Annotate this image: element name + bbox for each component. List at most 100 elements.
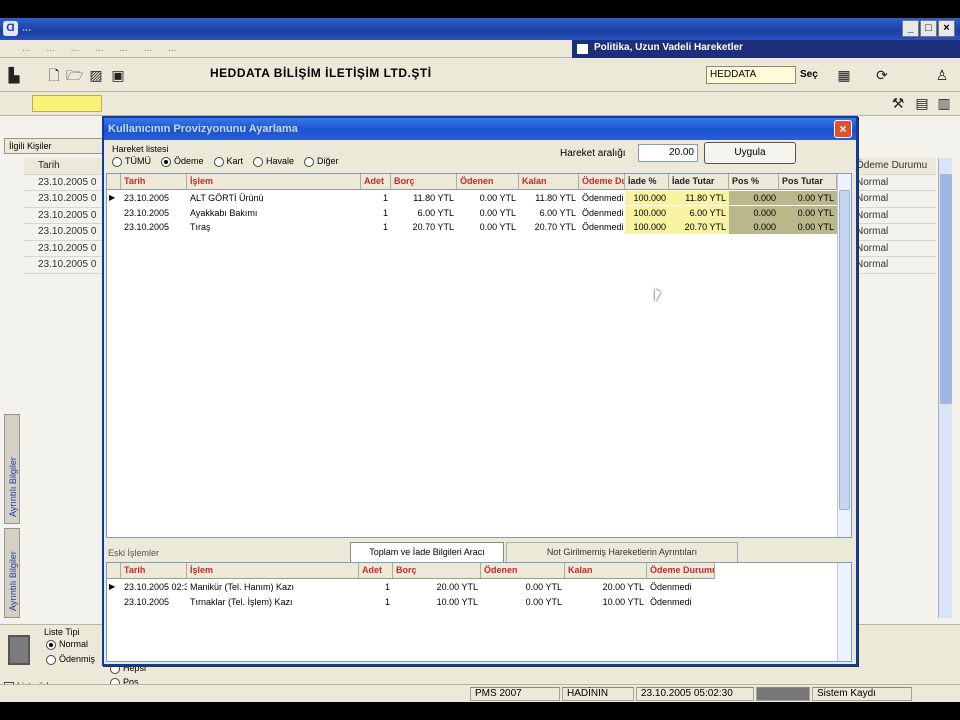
tools-icon[interactable]: ⚒ [890,95,906,111]
filter-payment-radio[interactable]: Ödeme [161,156,204,167]
bg-status-cell[interactable]: Normal [856,191,936,208]
grid1-cell[interactable]: 0.000 [729,191,779,205]
grid1-cell[interactable]: 11.80 YTL [519,191,579,205]
bg-scrollbar-thumb[interactable] [940,174,952,404]
grid1-cell[interactable]: 23.10.2005 [121,206,187,220]
tab-details[interactable]: Not Girilmemiş Hareketlerin Ayrıntıları [506,542,738,562]
col-remaining[interactable]: Kalan [519,174,579,190]
grid1-cell[interactable]: 0.000 [729,220,779,234]
bg-status-cell[interactable]: Normal [856,241,936,257]
col-date[interactable]: Tarih [121,563,187,579]
bg-status-cell[interactable]: Normal [856,257,936,274]
col-paid[interactable]: Ödenen [457,174,519,190]
side-tab-details-2[interactable]: Ayrıntılı Bilgiler [4,528,20,618]
company-select-button[interactable]: Seç [800,66,830,84]
filter-card-radio[interactable]: Kart [213,156,243,167]
grid1-cell[interactable]: 100.000 [625,205,669,220]
col-debt[interactable]: Borç [393,563,481,579]
bg-date-cell[interactable]: 23.10.2005 0 [24,175,104,191]
close-window-button[interactable]: × [938,20,955,37]
grid2-cell[interactable]: 0.00 YTL [481,580,565,594]
grid1-cell[interactable]: Tıraş [187,220,361,234]
grid1-cell[interactable]: Ödenmedi [579,206,625,220]
grid1-cell[interactable]: 23.10.2005 [121,191,187,205]
grid2-cell[interactable]: Tırnaklar (Tel. İşlem) Kazı [187,595,359,609]
menu-item[interactable]: ... [144,43,152,54]
col-qty[interactable]: Adet [361,174,391,190]
grid2-cell[interactable]: 20.00 YTL [393,580,481,594]
grid1-cell[interactable]: 0.00 YTL [457,220,519,234]
refresh-icon[interactable]: ⟳ [874,67,890,83]
notification-panel[interactable]: Politika, Uzun Vadeli Hareketler [572,40,960,58]
grid1-cell[interactable]: 20.70 YTL [669,220,729,234]
col-debt[interactable]: Borç [391,174,457,190]
save-icon[interactable]: ▣ [110,67,126,83]
apply-button[interactable]: Uygula [704,142,796,164]
grid1-cell[interactable]: 0.00 YTL [779,191,837,205]
printer-icon[interactable] [8,635,30,665]
bg-date-cell[interactable]: 23.10.2005 0 [24,224,104,241]
grid1-cell[interactable]: 100.000 [625,191,669,205]
grid2-cell[interactable]: 10.00 YTL [565,595,647,609]
col-refund-pct[interactable]: İade % [625,174,669,190]
bg-date-cell[interactable]: 23.10.2005 0 [24,208,104,224]
grid1-cell[interactable]: 6.00 YTL [669,205,729,220]
grid2-cell[interactable]: 1 [359,595,393,609]
bar-chart-icon[interactable]: ▙ [6,67,22,83]
col-remaining[interactable]: Kalan [565,563,647,579]
details-view-icon[interactable]: ▥ [936,95,952,111]
tab-totals[interactable]: Toplam ve İade Bilgileri Aracı [350,542,504,562]
filter-all-radio[interactable]: TÜMÜ [112,156,151,167]
bg-date-cell[interactable]: 23.10.2005 0 [24,191,104,208]
col-refund-amount[interactable]: İade Tutar [669,174,729,190]
bg-tab[interactable]: İlgili Kişiler [4,138,114,154]
grid2-scrollbar[interactable] [837,563,851,661]
company-code-input[interactable]: HEDDATA [706,66,796,84]
bg-date-cell[interactable]: 23.10.2005 0 [24,241,104,257]
col-paid[interactable]: Ödenen [481,563,565,579]
grid2-cell[interactable]: 20.00 YTL [565,580,647,594]
col-operation[interactable]: İşlem [187,563,359,579]
menu-item[interactable]: ... [95,43,103,54]
col-qty[interactable]: Adet [359,563,393,579]
side-tab-details[interactable]: Ayrıntılı Bilgiler [4,414,20,524]
grid1-cell[interactable]: ALT GÖRTİ Ürünü [187,191,361,205]
col-payment-status[interactable]: Ödeme Durumu [579,174,625,190]
list-type-normal-radio[interactable]: Normal [46,639,88,650]
dialog-close-button[interactable]: × [834,120,852,138]
bg-status-cell[interactable]: Normal [856,224,936,241]
grid1-cell[interactable]: 0.00 YTL [779,220,837,234]
grid1-cell[interactable]: 0.00 YTL [457,191,519,205]
bg-status-cell[interactable]: Normal [856,208,936,224]
filter-transfer-radio[interactable]: Havale [253,156,294,167]
grid1-cell[interactable]: 1 [361,206,391,220]
grid1-scrollbar[interactable] [837,174,851,537]
grid1-cell[interactable]: 1 [361,191,391,205]
menu-item[interactable]: ... [119,43,127,54]
bg-scrollbar[interactable] [938,158,952,618]
grid2-cell[interactable]: 23.10.2005 [121,595,187,609]
grid1-cell[interactable]: Ödenmedi [579,220,625,234]
menu-item[interactable]: ... [22,43,30,54]
search-field[interactable] [32,95,102,112]
list-type-paid-radio[interactable]: Ödenmiş [46,654,95,665]
grid2-cell[interactable]: Manikür (Tel. Hanım) Kazı [187,580,359,594]
bg-date-cell[interactable]: 23.10.2005 0 [24,257,104,274]
grid1-cell[interactable]: 20.70 YTL [391,220,457,234]
grid2-cell[interactable]: 10.00 YTL [393,595,481,609]
grid1-cell[interactable]: Ödenmedi [579,191,625,205]
image-icon[interactable]: ▨ [88,67,104,83]
calendar-icon[interactable]: ▦ [836,67,852,83]
grid1-cell[interactable]: 11.80 YTL [669,191,729,205]
menu-item[interactable]: ... [71,43,79,54]
grid2-cell[interactable]: Ödenmedi [647,595,715,609]
col-payment-status[interactable]: Ödeme Durumu [647,563,715,579]
limit-input[interactable]: 20.00 [638,144,698,162]
grid1-cell[interactable]: 100.000 [625,220,669,234]
grid2-cell[interactable]: Ödenmedi [647,580,715,594]
col-pos-pct[interactable]: Pos % [729,174,779,190]
grid2-cell[interactable]: 23.10.2005 02:30 [121,580,187,594]
new-file-icon[interactable]: 🗋 [46,67,62,83]
grid1-cell[interactable]: 0.00 YTL [457,206,519,220]
grid1-scrollbar-thumb[interactable] [839,190,850,510]
